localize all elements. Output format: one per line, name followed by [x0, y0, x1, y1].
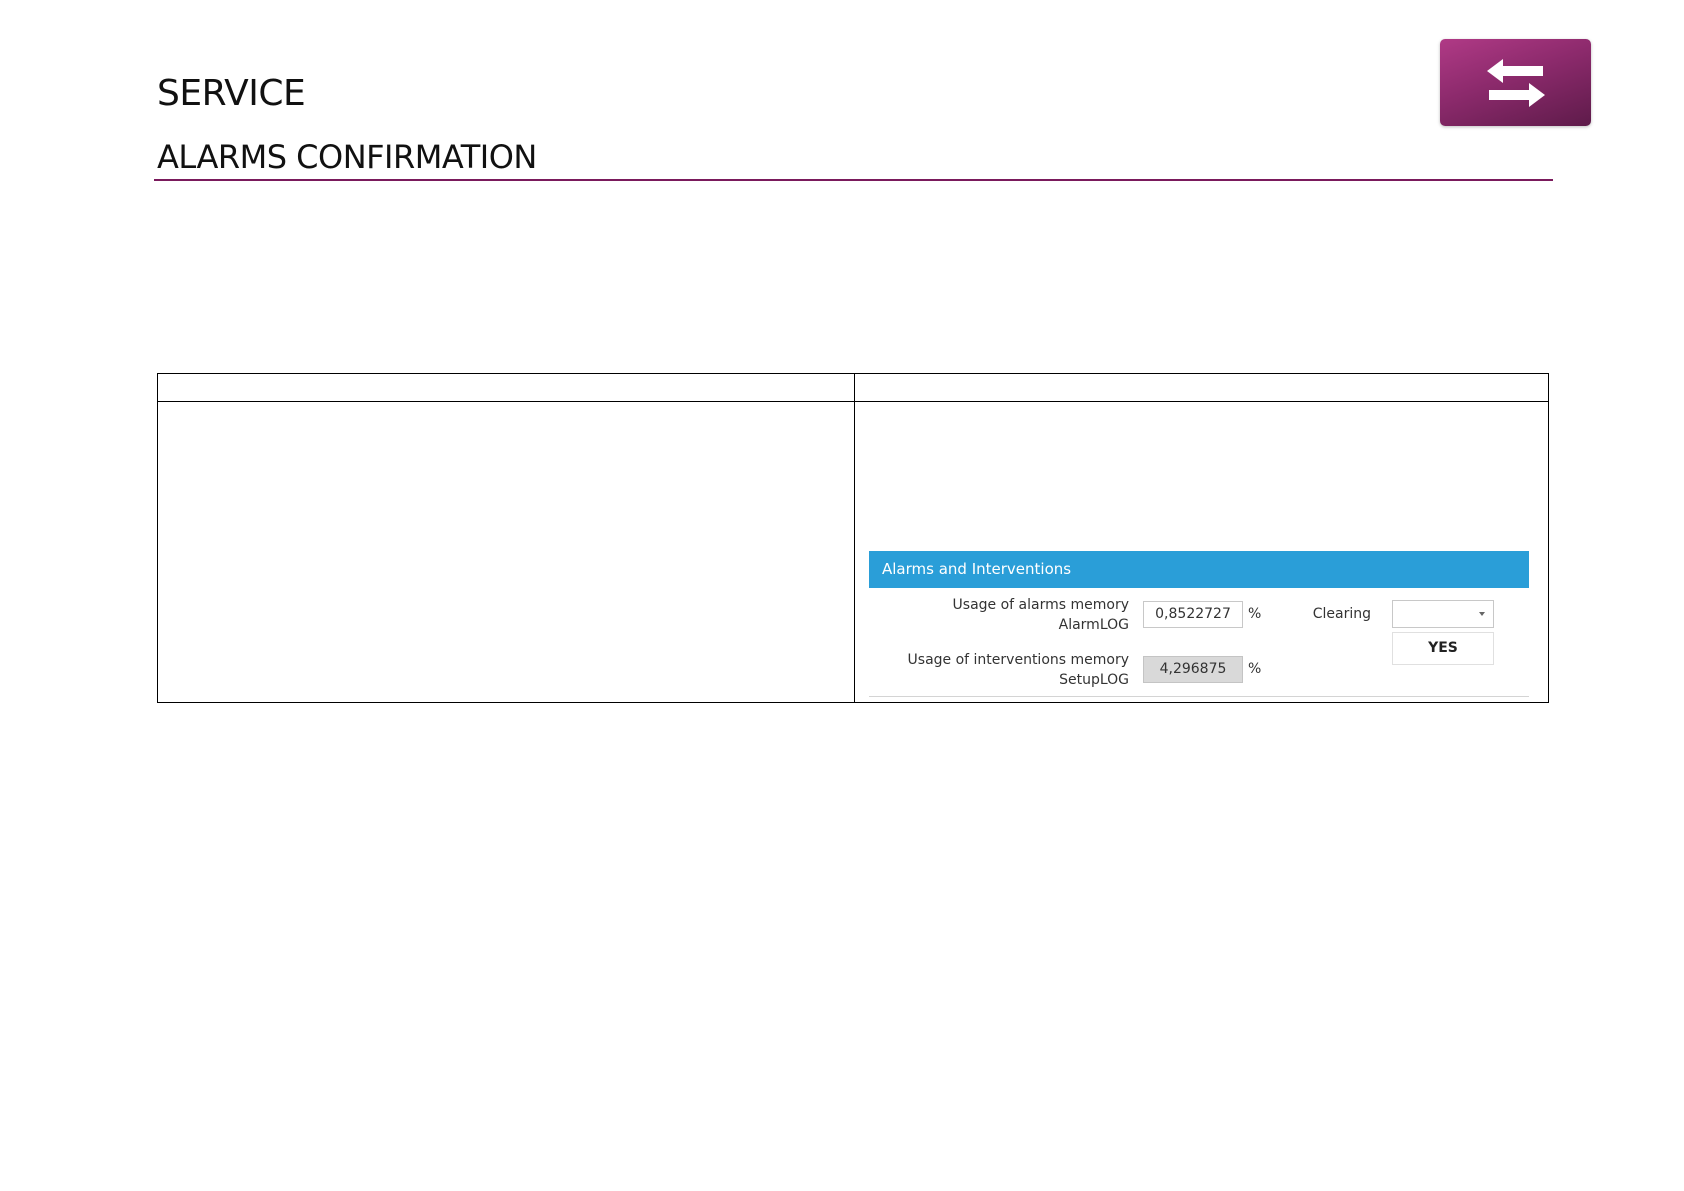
interventions-memory-field: 4,296875 [1143, 656, 1243, 683]
interventions-memory-label-text: Usage of interventions memory [907, 652, 1129, 668]
alarms-interventions-panel: Alarms and Interventions Usage of alarms… [869, 551, 1529, 698]
alarmlog-label: AlarmLOG [1058, 617, 1129, 633]
interventions-memory-label: Usage of interventions memory SetupLOG [869, 650, 1129, 690]
table-header-right [855, 374, 1549, 402]
interventions-memory-unit: % [1248, 661, 1262, 677]
clearing-label: Clearing [1312, 606, 1371, 622]
alarms-memory-unit: % [1248, 606, 1262, 622]
panel-bottom-border [869, 696, 1529, 697]
clearing-dropdown[interactable] [1392, 600, 1494, 628]
alarms-memory-label: Usage of alarms memory AlarmLOG [869, 595, 1129, 635]
swap-arrows-icon [1486, 57, 1545, 109]
setuplog-label: SetupLOG [1059, 672, 1129, 688]
clearing-option-yes[interactable]: YES [1392, 632, 1494, 665]
alarms-memory-label-text: Usage of alarms memory [952, 597, 1129, 613]
chevron-down-icon [1479, 612, 1485, 616]
panel-header: Alarms and Interventions [869, 551, 1529, 588]
table-body-left [158, 402, 854, 702]
swap-navigation-button[interactable] [1440, 39, 1591, 126]
section-title: SERVICE [157, 73, 306, 114]
page-title: ALARMS CONFIRMATION [157, 138, 537, 176]
alarms-memory-field[interactable]: 0,8522727 [1143, 601, 1243, 628]
table-header-left [158, 374, 854, 402]
title-divider [154, 179, 1553, 181]
